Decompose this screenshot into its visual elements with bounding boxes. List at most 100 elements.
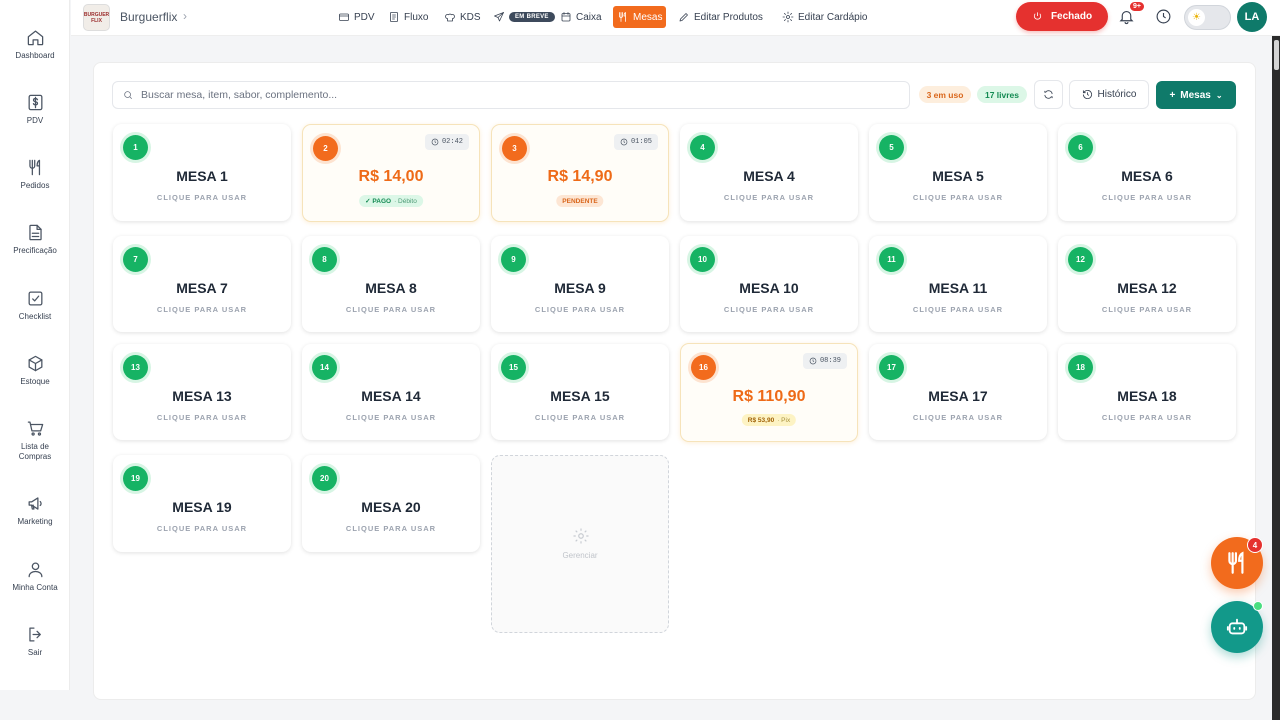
nav-label: Editar Produtos — [694, 11, 763, 23]
sidebar-item-marketing[interactable]: Marketing — [0, 494, 70, 527]
in-use-count-badge: 3 em uso — [919, 86, 971, 103]
sidebar-item-estoque[interactable]: Estoque — [0, 354, 70, 387]
gear-icon — [573, 528, 589, 544]
search-icon — [124, 91, 133, 100]
history-button[interactable]: Histórico — [1069, 80, 1149, 109]
table-card-15[interactable]: 15 MESA 15 CLIQUE PARA USAR — [491, 344, 669, 440]
nav-label: KDS — [460, 11, 481, 23]
nav-em-breve[interactable]: EM BREVE — [490, 6, 558, 28]
sidebar-item-label: Minha Conta — [12, 583, 58, 592]
brand-name[interactable]: Burguerflix — [120, 10, 177, 24]
table-timer: 01:05 — [613, 134, 658, 150]
table-card-7[interactable]: 7 MESA 7 CLIQUE PARA USAR — [113, 236, 291, 332]
nav-kds[interactable]: KDS — [441, 6, 484, 28]
table-card-9[interactable]: 9 MESA 9 CLIQUE PARA USAR — [491, 236, 669, 332]
sidebar-item-sair[interactable]: Sair — [0, 625, 70, 658]
manage-tables-tile[interactable]: Gerenciar — [491, 455, 669, 633]
add-tables-button[interactable]: + Mesas ⌄ — [1156, 81, 1236, 109]
sidebar-item-checklist[interactable]: Checklist — [0, 289, 70, 322]
table-card-17[interactable]: 17 MESA 17 CLIQUE PARA USAR — [869, 344, 1047, 440]
refresh-button[interactable] — [1034, 80, 1063, 109]
scrollbar-thumb[interactable] — [1274, 40, 1279, 70]
nav-caixa[interactable]: Caixa — [557, 6, 605, 28]
robot-icon — [1226, 618, 1248, 635]
table-card-5[interactable]: 5 MESA 5 CLIQUE PARA USAR — [869, 124, 1047, 221]
sidebar-item-pdv[interactable]: PDV — [0, 93, 70, 126]
box-icon — [28, 355, 42, 372]
table-card-14[interactable]: 14 MESA 14 CLIQUE PARA USAR — [302, 344, 480, 440]
search-bar[interactable] — [112, 81, 910, 109]
store-status-button[interactable]: Fechado — [1016, 2, 1108, 31]
timer-value: 08:39 — [819, 357, 841, 365]
table-title: MESA 7 — [176, 280, 228, 296]
table-card-3[interactable]: 3 01:05 R$ 14,90 PENDENTE — [491, 124, 669, 222]
nav-editar-cardapio[interactable]: Editar Cardápio — [779, 6, 870, 28]
sidebar-item-label: Estoque — [20, 377, 50, 386]
table-subtitle: CLIQUE PARA USAR — [345, 524, 437, 533]
table-number-badge: 13 — [123, 355, 148, 380]
table-card-8[interactable]: 8 MESA 8 CLIQUE PARA USAR — [302, 236, 480, 332]
gear-icon — [782, 11, 794, 23]
table-card-2[interactable]: 2 02:42 R$ 14,00 ✓ PAGO · Débito — [302, 124, 480, 222]
table-card-10[interactable]: 10 MESA 10 CLIQUE PARA USAR — [680, 236, 858, 332]
table-subtitle: CLIQUE PARA USAR — [1101, 305, 1193, 314]
clock-icon — [431, 138, 439, 146]
table-title: MESA 19 — [172, 499, 232, 515]
table-title: MESA 15 — [550, 388, 610, 404]
document-icon — [28, 224, 42, 241]
table-card-13[interactable]: 13 MESA 13 CLIQUE PARA USAR — [113, 344, 291, 440]
table-number-badge: 3 — [502, 136, 527, 161]
sidebar-item-minha-conta[interactable]: Minha Conta — [0, 560, 70, 593]
avatar[interactable]: LA — [1237, 2, 1267, 32]
table-card-18[interactable]: 18 MESA 18 CLIQUE PARA USAR — [1058, 344, 1236, 440]
partial-payment-value: R$ 53,90 — [747, 416, 775, 424]
table-card-19[interactable]: 19 MESA 19 CLIQUE PARA USAR — [113, 455, 291, 552]
table-title: MESA 9 — [554, 280, 606, 296]
table-number-badge: 19 — [123, 466, 148, 491]
nav-editar-produtos[interactable]: Editar Produtos — [675, 6, 766, 28]
table-number-badge: 14 — [312, 355, 337, 380]
table-number-badge: 17 — [879, 355, 904, 380]
timer-value: 01:05 — [630, 138, 652, 146]
sun-icon: ☀ — [1188, 9, 1205, 26]
table-card-6[interactable]: 6 MESA 6 CLIQUE PARA USAR — [1058, 124, 1236, 221]
table-total: R$ 110,90 — [732, 388, 806, 405]
sidebar-item-precificacao[interactable]: Precificação — [0, 223, 70, 256]
sidebar-item-pedidos[interactable]: Pedidos — [0, 158, 70, 191]
search-input[interactable] — [141, 89, 841, 101]
theme-toggle[interactable]: ☀ — [1184, 5, 1231, 30]
table-card-4[interactable]: 4 MESA 4 CLIQUE PARA USAR — [680, 124, 858, 221]
clock-icon — [809, 357, 817, 365]
table-card-12[interactable]: 12 MESA 12 CLIQUE PARA USAR — [1058, 236, 1236, 332]
refresh-icon — [1044, 90, 1053, 99]
window-edge — [1272, 36, 1280, 720]
logout-icon — [28, 627, 41, 642]
table-card-1[interactable]: 1 MESA 1 CLIQUE PARA USAR — [113, 124, 291, 221]
utensils-icon — [619, 12, 626, 22]
table-card-11[interactable]: 11 MESA 11 CLIQUE PARA USAR — [869, 236, 1047, 332]
table-subtitle: CLIQUE PARA USAR — [1101, 193, 1193, 202]
history-clock-button[interactable] — [1155, 8, 1172, 30]
table-number-badge: 7 — [123, 247, 148, 272]
nav-mesas[interactable]: Mesas — [613, 6, 667, 28]
utensils-icon — [28, 159, 40, 176]
sidebar-item-dashboard[interactable]: Dashboard — [0, 28, 70, 61]
table-number-badge: 4 — [690, 135, 715, 160]
table-subtitle: CLIQUE PARA USAR — [156, 413, 248, 422]
table-total: R$ 14,00 — [358, 168, 424, 185]
clock-icon — [1156, 9, 1171, 24]
table-timer: 08:39 — [802, 353, 847, 369]
brand-logo[interactable]: BURGUER FLIX — [83, 4, 110, 31]
payment-status-badge: PENDENTE — [556, 195, 604, 207]
nav-pdv[interactable]: PDV — [335, 6, 378, 28]
table-card-16[interactable]: 16 08:39 R$ 110,90 R$ 53,90 · Pix — [680, 343, 858, 442]
table-card-20[interactable]: 20 MESA 20 CLIQUE PARA USAR — [302, 455, 480, 552]
table-subtitle: CLIQUE PARA USAR — [156, 193, 248, 202]
sidebar-item-lista-de-compras[interactable]: Lista de Compras — [0, 419, 70, 462]
clock-icon — [620, 138, 628, 146]
table-title: MESA 1 — [176, 168, 228, 184]
table-subtitle: CLIQUE PARA USAR — [1101, 413, 1193, 422]
add-tables-label: Mesas — [1180, 89, 1211, 101]
sidebar-item-label: Dashboard — [15, 51, 55, 60]
nav-fluxo[interactable]: Fluxo — [385, 6, 431, 28]
